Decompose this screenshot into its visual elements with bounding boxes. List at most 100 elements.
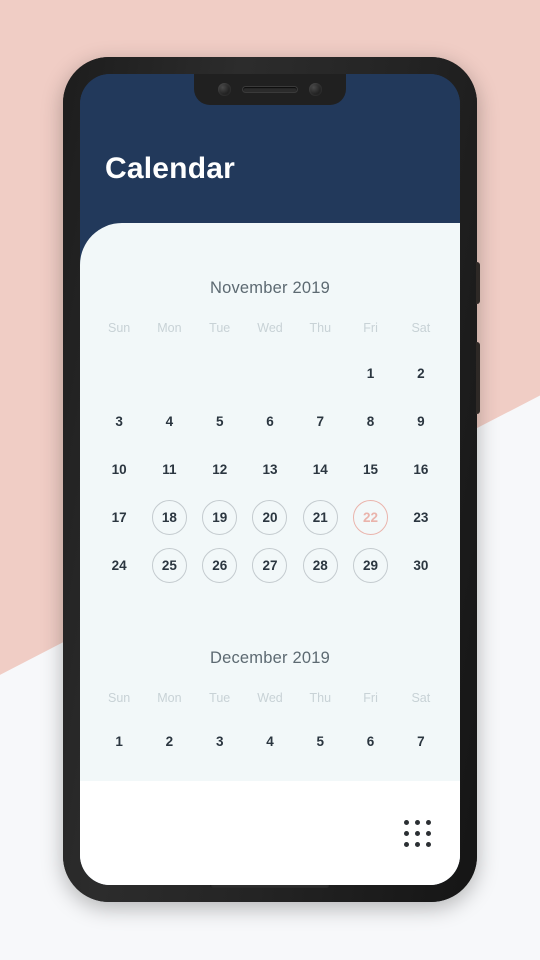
calendar-day-cell[interactable]: 28 — [295, 541, 345, 589]
calendar-day-cell[interactable]: 1 — [345, 349, 395, 397]
calendar-day-empty — [295, 349, 345, 397]
page-title: Calendar — [105, 152, 235, 185]
calendar-day-cell[interactable]: 26 — [195, 541, 245, 589]
calendar-day-label: 13 — [262, 461, 278, 477]
calendar-day-label: 23 — [413, 509, 429, 525]
calendar-day-label: 16 — [413, 461, 429, 477]
apps-grid-icon[interactable] — [404, 819, 431, 847]
calendar-day-label: 11 — [162, 461, 177, 477]
calendar-day-cell[interactable]: 29 — [345, 541, 395, 589]
calendar-week-row: 1 2 3 4 5 6 7 — [94, 719, 446, 763]
calendar-day-empty — [144, 349, 194, 397]
calendar-day-label: 3 — [215, 733, 224, 749]
calendar-day-label: 18 — [151, 499, 187, 535]
weekday-sun: Sun — [108, 691, 131, 705]
calendar-grid-december: 1 2 3 4 5 6 7 — [94, 719, 446, 763]
calendar-day-cell[interactable]: 12 — [195, 445, 245, 493]
calendar-day-cell[interactable]: 4 — [245, 719, 295, 763]
earpiece-speaker-icon — [242, 86, 298, 93]
calendar-day-label: 4 — [165, 413, 174, 429]
calendar-day-label: 5 — [316, 733, 325, 749]
calendar-day-cell[interactable]: 2 — [144, 719, 194, 763]
calendar-day-label: 7 — [316, 413, 325, 429]
calendar-day-label: 17 — [111, 509, 127, 525]
calendar-day-label: 1 — [115, 733, 123, 749]
calendar-day-label: 2 — [417, 365, 425, 381]
calendar-day-label: 24 — [111, 557, 127, 573]
calendar-day-cell[interactable]: 15 — [345, 445, 395, 493]
front-camera-icon — [218, 83, 231, 96]
weekday-thu: Thu — [309, 691, 332, 705]
weekday-fri: Fri — [363, 691, 378, 705]
calendar-day-cell[interactable]: 20 — [245, 493, 295, 541]
calendar-day-empty — [94, 349, 144, 397]
calendar-day-label — [152, 356, 187, 391]
bottom-navigation-bar — [80, 781, 460, 885]
calendar-day-cell[interactable]: 16 — [396, 445, 446, 493]
phone-side-button-top[interactable] — [476, 262, 480, 304]
calendar-day-cell[interactable]: 17 — [94, 493, 144, 541]
calendar-day-empty — [245, 349, 295, 397]
calendar-day-label: 1 — [366, 365, 375, 381]
weekday-wed: Wed — [257, 321, 283, 335]
calendar-day-cell[interactable]: 18 — [144, 493, 194, 541]
phone-side-button-bottom[interactable] — [476, 342, 480, 414]
calendar-day-cell[interactable]: 27 — [245, 541, 295, 589]
calendar-day-label: 26 — [202, 547, 238, 583]
calendar-day-cell[interactable]: 13 — [245, 445, 295, 493]
weekday-header-november: Sun Mon Tue Wed Thu Fri Sat — [94, 321, 446, 335]
weekday-tue: Tue — [209, 691, 231, 705]
calendar-day-cell[interactable]: 9 — [396, 397, 446, 445]
calendar-day-label: 8 — [366, 413, 375, 429]
calendar-day-label: 29 — [353, 547, 389, 583]
calendar-day-label: 30 — [413, 557, 429, 573]
calendar-day-cell[interactable]: 7 — [396, 719, 446, 763]
calendar-day-cell[interactable]: 6 — [345, 719, 395, 763]
calendar-day-cell[interactable]: 3 — [94, 397, 144, 445]
calendar-grid-november: 1 2 3 4 5 6 7 8 9 10 11 12 13 14 15 16 17 18 19 20 21 22 23 24 2… — [94, 349, 446, 589]
calendar-day-label: 21 — [302, 499, 338, 535]
calendar-week-row: 12 — [94, 349, 446, 397]
weekday-sat: Sat — [411, 691, 431, 705]
calendar-day-cell[interactable]: 3 — [195, 719, 245, 763]
calendar-day-cell[interactable]: 5 — [295, 719, 345, 763]
calendar-day-label — [202, 356, 237, 391]
calendar-day-cell[interactable]: 5 — [195, 397, 245, 445]
front-camera-secondary-icon — [309, 83, 322, 96]
calendar-day-label: 20 — [252, 499, 288, 535]
phone-device-frame: Calendar November 2019 Sun Mon Tue Wed T… — [63, 57, 480, 902]
calendar-day-empty — [195, 349, 245, 397]
calendar-day-cell[interactable]: 4 — [144, 397, 194, 445]
calendar-day-label: 5 — [215, 413, 224, 429]
calendar-day-label: 27 — [252, 547, 288, 583]
calendar-day-label: 14 — [312, 461, 328, 477]
calendar-day-cell[interactable]: 7 — [295, 397, 345, 445]
phone-notch — [194, 74, 346, 105]
calendar-day-label: 10 — [111, 461, 127, 477]
month-title-december: December 2019 — [209, 649, 330, 667]
weekday-sat: Sat — [411, 321, 431, 335]
calendar-day-label: 7 — [417, 733, 425, 749]
calendar-day-cell[interactable]: 25 — [144, 541, 194, 589]
calendar-week-row: 10 11 12 13 14 15 16 — [94, 445, 446, 493]
calendar-day-label: 22 — [353, 499, 389, 535]
calendar-day-cell[interactable]: 6 — [245, 397, 295, 445]
month-block-december: December 2019 Sun Mon Tue Wed Thu Fri Sa… — [80, 649, 460, 763]
calendar-day-cell[interactable]: 10 — [94, 445, 144, 493]
calendar-day-cell[interactable]: 1 — [94, 719, 144, 763]
calendar-day-cell[interactable]: 11 — [144, 445, 194, 493]
calendar-day-cell[interactable]: 30 — [396, 541, 446, 589]
calendar-day-cell[interactable]: 21 — [295, 493, 345, 541]
calendar-day-cell[interactable]: 19 — [195, 493, 245, 541]
weekday-tue: Tue — [209, 321, 231, 335]
calendar-day-cell[interactable]: 14 — [295, 445, 345, 493]
calendar-day-cell[interactable]: 24 — [94, 541, 144, 589]
weekday-sun: Sun — [108, 321, 131, 335]
calendar-day-cell[interactable]: 8 — [345, 397, 395, 445]
calendar-day-cell[interactable]: 22 — [345, 493, 395, 541]
calendar-day-cell[interactable]: 2 — [396, 349, 446, 397]
weekday-wed: Wed — [257, 691, 283, 705]
calendar-day-label: 19 — [202, 499, 238, 535]
month-block-november: November 2019 Sun Mon Tue Wed Thu Fri Sa… — [80, 279, 460, 589]
calendar-day-cell[interactable]: 23 — [396, 493, 446, 541]
